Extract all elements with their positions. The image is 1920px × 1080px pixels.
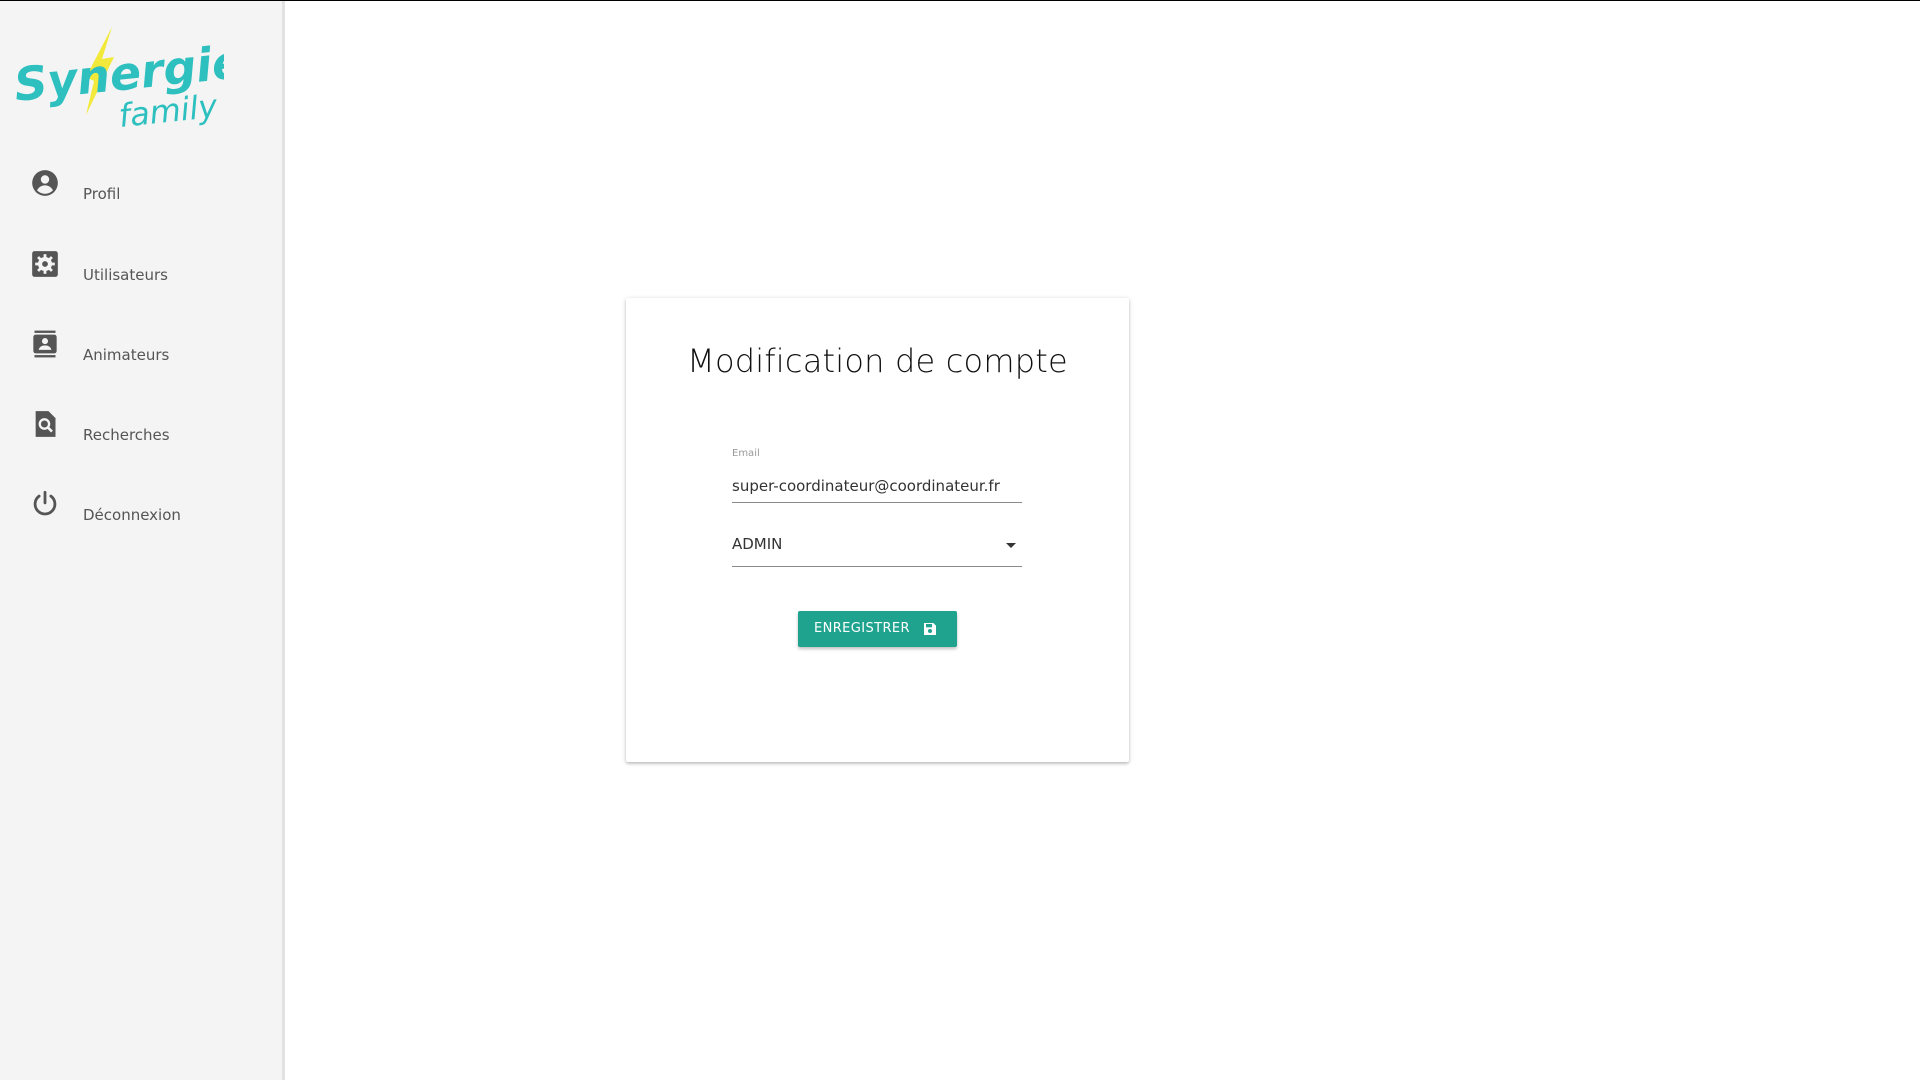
page-title: Modification de compte bbox=[687, 342, 1068, 380]
sidebar-item-label: Profil bbox=[83, 185, 121, 203]
sidebar-item-label: Recherches bbox=[83, 426, 170, 444]
sidebar-item-label: Utilisateurs bbox=[83, 266, 168, 284]
save-button-label: ENREGISTRER bbox=[814, 621, 910, 636]
role-select-value: ADMIN bbox=[732, 535, 783, 553]
save-button[interactable]: ENREGISTRER bbox=[798, 611, 957, 647]
sidebar-item-utilisateurs[interactable]: Utilisateurs bbox=[0, 246, 282, 304]
contacts-icon bbox=[33, 330, 57, 358]
sidebar-item-recherches[interactable]: Recherches bbox=[0, 406, 282, 464]
account-circle-icon bbox=[32, 170, 58, 196]
email-input[interactable] bbox=[732, 470, 1022, 503]
sidebar-item-profil[interactable]: Profil bbox=[0, 165, 282, 223]
role-select[interactable]: ADMIN bbox=[732, 526, 1022, 567]
sidebar-item-label: Déconnexion bbox=[83, 506, 181, 524]
settings-box-icon bbox=[32, 251, 58, 277]
floppy-disk-icon bbox=[924, 623, 936, 635]
account-edit-card: Modification de compte Email ADMIN ENREG… bbox=[626, 298, 1129, 762]
sidebar-item-animateurs[interactable]: Animateurs bbox=[0, 326, 282, 384]
synergie-family-logo[interactable]: Synergie family bbox=[14, 23, 224, 133]
sidebar: Synergie family Profil Utilisateurs Anim… bbox=[0, 1, 285, 1080]
email-field: Email bbox=[732, 448, 1022, 512]
search-document-icon bbox=[35, 411, 56, 437]
chevron-down-icon bbox=[1006, 543, 1016, 548]
top-border bbox=[0, 0, 1920, 1]
email-label: Email bbox=[732, 448, 760, 459]
sidebar-item-deconnexion[interactable]: Déconnexion bbox=[0, 486, 282, 544]
power-icon bbox=[33, 490, 57, 516]
sidebar-item-label: Animateurs bbox=[83, 346, 170, 364]
